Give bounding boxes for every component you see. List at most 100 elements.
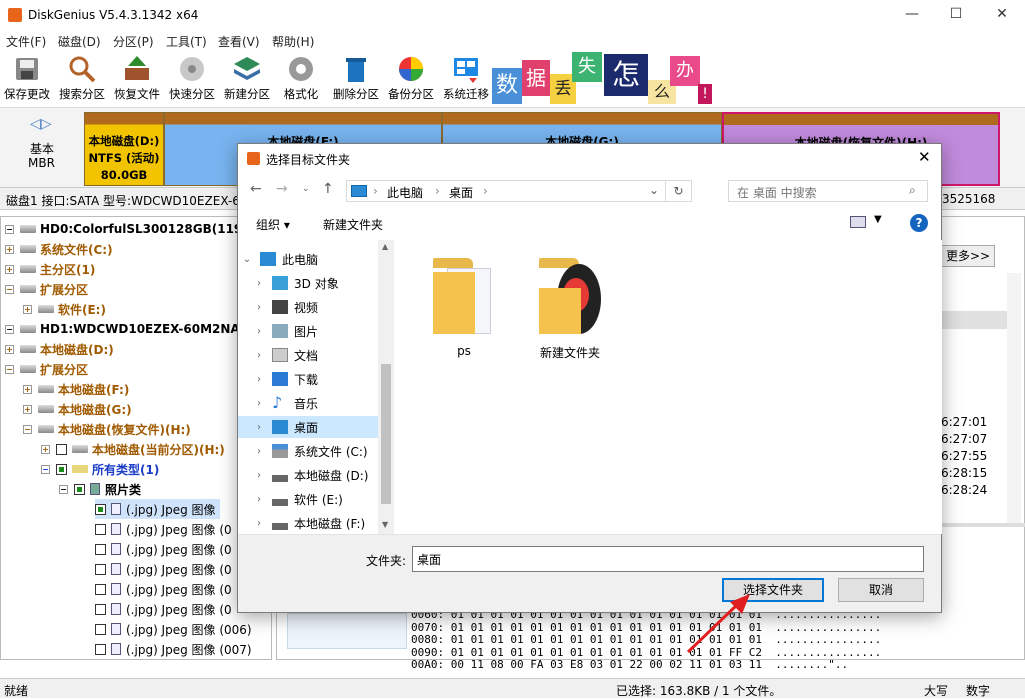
tree-item[interactable]: + 本地磁盘(G:) xyxy=(23,399,132,419)
hex-view: 0060: 01 01 01 01 01 01 01 01 01 01 01 0… xyxy=(411,608,882,671)
nav-3d-objects[interactable]: › 3D 对象 xyxy=(238,272,378,294)
nav-desktop[interactable]: › 桌面 xyxy=(238,416,378,438)
partition-d[interactable]: 本地磁盘(D:) NTFS (活动) 80.0GB xyxy=(84,112,164,186)
recover-icon xyxy=(125,56,149,80)
menu-view[interactable]: 查看(V) xyxy=(218,33,260,50)
tree-item[interactable]: (.jpg) Jpeg 图像 (0 xyxy=(95,519,232,539)
computer-icon xyxy=(351,185,367,197)
more-button[interactable]: 更多>> xyxy=(941,245,995,267)
forward-icon[interactable]: → xyxy=(276,181,288,197)
tree-item[interactable]: − 照片类 xyxy=(59,479,141,499)
tree-item[interactable]: + 系统文件(C:) xyxy=(5,239,113,259)
tree-item[interactable]: − HD0:ColorfulSL300128GB(119GB) xyxy=(5,219,267,239)
cancel-button[interactable]: 取消 xyxy=(838,578,924,602)
tree-item[interactable]: + 本地磁盘(当前分区)(H:) xyxy=(41,439,225,459)
tree-item[interactable]: (.jpg) Jpeg 图像 (006) xyxy=(95,619,252,639)
format-button[interactable]: 格式化 xyxy=(274,54,328,104)
title-bar: DiskGenius V5.4.3.1342 x64 — ☐ ✕ xyxy=(0,0,1025,30)
window-title: DiskGenius V5.4.3.1342 x64 xyxy=(28,8,199,22)
layers-icon xyxy=(234,57,260,80)
tree-item[interactable]: + 软件(E:) xyxy=(23,299,106,319)
tree-item[interactable]: − 所有类型(1) xyxy=(41,459,159,479)
app-icon xyxy=(8,8,22,22)
breadcrumb-pc[interactable]: 此电脑 xyxy=(387,184,423,201)
nav-scrollbar[interactable]: ▲ ▼ xyxy=(378,240,394,534)
backup-partition-button[interactable]: 备份分区 xyxy=(384,54,438,104)
nav-drive-d[interactable]: › 本地磁盘 (D:) xyxy=(238,464,378,486)
menu-help[interactable]: 帮助(H) xyxy=(272,33,314,50)
menu-partition[interactable]: 分区(P) xyxy=(113,33,154,50)
tree-item[interactable]: + 本地磁盘(D:) xyxy=(5,339,114,359)
view-dropdown-icon[interactable]: ▼ xyxy=(874,214,882,225)
dialog-title: 选择目标文件夹 xyxy=(266,153,351,167)
promo-banner[interactable]: 数 据 丢 失 怎 么 办 ! xyxy=(492,50,717,106)
folder-item[interactable]: 新建文件夹 xyxy=(520,258,620,361)
folder-name-input[interactable]: 桌面 xyxy=(412,546,924,572)
organize-menu[interactable]: 组织 ▾ xyxy=(256,216,290,233)
nav-downloads[interactable]: › 下载 xyxy=(238,368,378,390)
maximize-button[interactable]: ☐ xyxy=(946,6,966,24)
trash-icon xyxy=(346,58,366,82)
navigation-pane: ⌄ 此电脑 › 3D 对象 › 视频 › 图片 › 文档 › 下载 › ♪ 音乐 › 桌面 › 系统… xyxy=(238,240,394,534)
new-folder-button[interactable]: 新建文件夹 xyxy=(323,216,383,233)
scrollbar[interactable] xyxy=(1007,273,1021,523)
tree-item[interactable]: (.jpg) Jpeg 图像 (0 xyxy=(95,599,232,619)
nav-music[interactable]: › ♪ 音乐 xyxy=(238,392,378,414)
nav-drive-e[interactable]: › 软件 (E:) xyxy=(238,488,378,510)
delete-partition-button[interactable]: 删除分区 xyxy=(329,54,383,104)
folder-icon xyxy=(431,258,497,338)
tree-item[interactable]: (.jpg) Jpeg 图像 (007) xyxy=(95,639,252,659)
tree-item[interactable]: − 本地磁盘(恢复文件)(H:) xyxy=(23,419,191,439)
view-icon[interactable] xyxy=(850,216,866,228)
tree-item[interactable]: − HD1:WDCWD10EZEX-60M2NA0(932 xyxy=(5,319,271,339)
breadcrumb-desktop[interactable]: 桌面 xyxy=(449,184,473,201)
dialog-close-button[interactable]: ✕ xyxy=(918,148,931,166)
tree-item[interactable]: (.jpg) Jpeg 图像 (0 xyxy=(95,579,232,599)
search-partition-button[interactable]: 搜索分区 xyxy=(55,54,109,104)
scrollbar-thumb[interactable] xyxy=(381,364,391,504)
tree-item[interactable]: (.jpg) Jpeg 图像 (0 xyxy=(95,559,232,579)
preview-box xyxy=(287,613,407,649)
help-icon[interactable]: ? xyxy=(910,214,928,232)
folder-item[interactable]: ps xyxy=(414,258,514,358)
folder-label: 文件夹: xyxy=(366,554,407,568)
chevron-right-icon: › xyxy=(373,184,378,198)
back-icon[interactable]: ← xyxy=(250,181,262,197)
status-bar: 就绪 已选择: 163.8KB / 1 个文件。 大写 数字 xyxy=(0,678,1025,698)
tree-item-selected[interactable]: (.jpg) Jpeg 图像 xyxy=(95,499,220,519)
tree-item[interactable]: + 本地磁盘(F:) xyxy=(23,379,129,399)
partition-tree: − HD0:ColorfulSL300128GB(119GB) + 系统文件(C:)… xyxy=(0,216,272,660)
save-changes-button[interactable]: 保存更改 xyxy=(0,54,54,104)
close-button[interactable]: ✕ xyxy=(992,6,1012,24)
quick-partition-button[interactable]: 快速分区 xyxy=(165,54,219,104)
folder-icon xyxy=(537,258,603,338)
tree-item[interactable]: + 主分区(1) xyxy=(5,259,95,279)
up-icon[interactable]: ↑ xyxy=(322,181,334,197)
address-bar[interactable]: › 此电脑 › 桌面 › ⌄ ↻ xyxy=(346,180,692,202)
tree-item[interactable]: − 扩展分区 xyxy=(5,279,88,299)
dialog-footer: 文件夹: 桌面 选择文件夹 取消 xyxy=(238,534,941,612)
chevron-down-icon[interactable]: ⌄ xyxy=(649,183,659,197)
menu-file[interactable]: 文件(F) xyxy=(6,33,46,50)
nav-drive-f[interactable]: › 本地磁盘 (F:) xyxy=(238,512,378,534)
tree-item[interactable]: (.jpg) Jpeg 图像 (0 xyxy=(95,539,232,559)
refresh-icon[interactable]: ↻ xyxy=(665,181,691,201)
system-migration-button[interactable]: 系统迁移 xyxy=(439,54,493,104)
minimize-button[interactable]: — xyxy=(902,6,922,24)
recent-dropdown-icon[interactable]: ⌄ xyxy=(302,184,310,194)
new-partition-button[interactable]: 新建分区 xyxy=(220,54,274,104)
search-input[interactable]: 在 桌面 中搜索 ⌕ xyxy=(728,180,928,202)
nav-videos[interactable]: › 视频 xyxy=(238,296,378,318)
recover-files-button[interactable]: 恢复文件 xyxy=(110,54,164,104)
tree-item[interactable]: − 扩展分区 xyxy=(5,359,88,379)
menu-disk[interactable]: 磁盘(D) xyxy=(58,33,101,50)
chevron-right-icon: › xyxy=(435,184,440,198)
gear-icon xyxy=(289,57,313,81)
nav-pictures[interactable]: › 图片 xyxy=(238,320,378,342)
nav-documents[interactable]: › 文档 xyxy=(238,344,378,366)
nav-this-pc[interactable]: ⌄ 此电脑 xyxy=(238,248,378,270)
prev-disk-arrow[interactable]: ◁▷ xyxy=(30,116,52,132)
pie-icon xyxy=(399,57,423,81)
menu-tools[interactable]: 工具(T) xyxy=(166,33,207,50)
nav-drive-c[interactable]: › 系统文件 (C:) xyxy=(238,440,378,462)
